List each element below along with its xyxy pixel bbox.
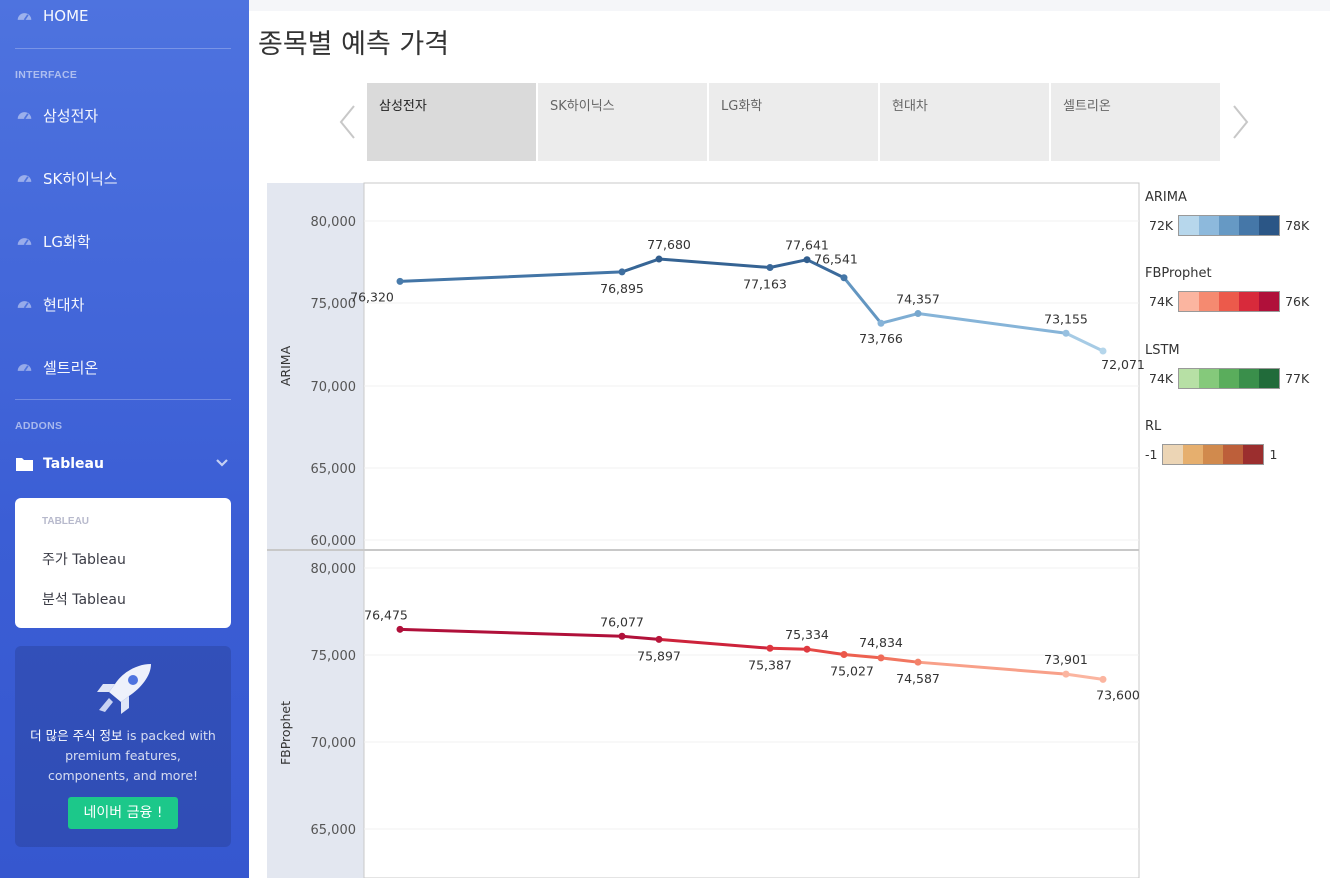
legend-title-lstm: LSTM — [1145, 343, 1180, 358]
data-point[interactable] — [655, 255, 663, 263]
data-point[interactable] — [655, 635, 663, 643]
data-label: 72,071 — [1101, 357, 1145, 372]
data-point[interactable] — [618, 268, 626, 276]
data-point[interactable] — [1099, 347, 1107, 355]
y-tick-label: 80,000 — [311, 215, 357, 230]
swatch — [1239, 292, 1260, 311]
data-label: 77,680 — [647, 237, 691, 252]
y-tick-label: 60,000 — [311, 534, 357, 549]
data-label: 76,320 — [350, 289, 394, 304]
y-tick-label: 80,000 — [311, 562, 357, 577]
swatch — [1223, 445, 1244, 464]
legend-rl: -1 1 — [1145, 444, 1277, 465]
legend-min: 72K — [1149, 218, 1174, 233]
swatch — [1199, 292, 1220, 311]
legend-lstm: 74K 77K — [1149, 368, 1309, 389]
color-ramp — [1178, 291, 1281, 312]
swatch — [1239, 216, 1260, 235]
data-point[interactable] — [1099, 675, 1107, 683]
data-label: 76,475 — [364, 607, 408, 622]
y-tick-label: 65,000 — [311, 823, 357, 838]
swatch — [1203, 445, 1224, 464]
data-label: 76,541 — [814, 252, 858, 267]
swatch — [1239, 369, 1260, 388]
legend-title-arima: ARIMA — [1145, 190, 1187, 205]
row-label: ARIMA — [278, 345, 293, 386]
data-label: 77,163 — [743, 277, 787, 292]
color-ramp — [1178, 215, 1281, 236]
swatch — [1199, 216, 1220, 235]
swatch — [1179, 216, 1200, 235]
legend-max: 76K — [1285, 294, 1310, 309]
swatch — [1259, 292, 1280, 311]
data-label: 73,766 — [859, 331, 903, 346]
data-label: 75,897 — [637, 648, 681, 663]
legend-max: 77K — [1285, 371, 1310, 386]
y-tick-label: 70,000 — [311, 380, 357, 395]
legend-title-fbprophet: FBProphet — [1145, 266, 1212, 281]
data-point[interactable] — [803, 256, 811, 264]
data-label: 75,387 — [748, 657, 792, 672]
data-point[interactable] — [877, 654, 885, 662]
data-label: 74,834 — [859, 635, 903, 650]
data-point[interactable] — [840, 651, 848, 659]
row-label: FBProphet — [278, 701, 293, 765]
swatch — [1243, 445, 1264, 464]
y-tick-label: 65,000 — [311, 462, 357, 477]
color-ramp — [1162, 444, 1265, 465]
y-tick-label: 75,000 — [311, 649, 357, 664]
data-point[interactable] — [396, 625, 404, 633]
data-point[interactable] — [803, 645, 811, 653]
legend-min: 74K — [1149, 371, 1174, 386]
data-label: 75,334 — [785, 627, 829, 642]
swatch — [1183, 445, 1204, 464]
data-point[interactable] — [840, 274, 848, 282]
row-header-panel — [267, 183, 364, 878]
data-point[interactable] — [914, 658, 922, 666]
legend-min: -1 — [1145, 447, 1158, 462]
data-point[interactable] — [766, 644, 774, 652]
legend-max: 1 — [1269, 447, 1278, 462]
data-point[interactable] — [618, 632, 626, 640]
data-label: 73,901 — [1044, 652, 1088, 667]
data-point[interactable] — [396, 277, 404, 285]
data-point[interactable] — [1062, 329, 1070, 337]
legend-max: 78K — [1285, 218, 1310, 233]
swatch — [1179, 369, 1200, 388]
data-point[interactable] — [1062, 670, 1070, 678]
series-line-segment — [768, 646, 809, 651]
data-label: 74,357 — [896, 292, 940, 307]
swatch — [1179, 292, 1200, 311]
data-label: 73,600 — [1096, 687, 1140, 702]
data-point[interactable] — [877, 319, 885, 327]
y-tick-label: 70,000 — [311, 736, 357, 751]
data-point[interactable] — [766, 264, 774, 272]
data-label: 73,155 — [1044, 311, 1088, 326]
data-label: 76,895 — [600, 281, 644, 296]
swatch — [1219, 216, 1240, 235]
legend-min: 74K — [1149, 294, 1174, 309]
data-point[interactable] — [914, 310, 922, 318]
data-label: 74,587 — [896, 671, 940, 686]
forecast-chart: 80,000 75,000 70,000 65,000 60,000 ARIMA 76,32… — [267, 182, 1145, 878]
legend-title-rl: RL — [1145, 419, 1162, 434]
data-label: 77,641 — [785, 238, 829, 253]
swatch — [1163, 445, 1184, 464]
legend-fbprophet: 74K 76K — [1149, 291, 1309, 312]
swatch — [1219, 369, 1240, 388]
swatch — [1259, 216, 1280, 235]
data-label: 76,077 — [600, 614, 644, 629]
swatch — [1219, 292, 1240, 311]
data-label: 75,027 — [830, 664, 874, 679]
swatch — [1199, 369, 1220, 388]
legend-arima: 72K 78K — [1149, 215, 1309, 236]
swatch — [1259, 369, 1280, 388]
color-ramp — [1178, 368, 1281, 389]
